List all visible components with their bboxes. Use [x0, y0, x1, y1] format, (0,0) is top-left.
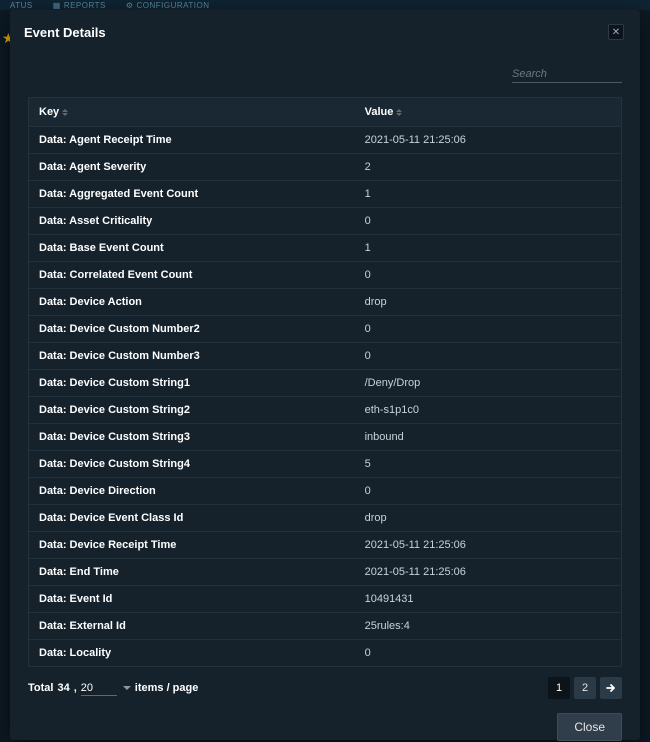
- background-nav: ATUS ▦ REPORTS ⚙ CONFIGURATION: [0, 0, 650, 10]
- table-row: Data: Agent Receipt Time2021-05-11 21:25…: [29, 127, 621, 154]
- table-row: Data: Device Custom String1/Deny/Drop: [29, 370, 621, 397]
- row-value: 25rules:4: [355, 613, 621, 640]
- row-value: 0: [355, 343, 621, 370]
- row-key: Data: Device Custom String2: [29, 397, 355, 424]
- table-row: Data: Asset Criticality0: [29, 208, 621, 235]
- table-row: Data: Event Id10491431: [29, 586, 621, 613]
- row-key: Data: Agent Severity: [29, 154, 355, 181]
- table-row: Data: Device Custom Number20: [29, 316, 621, 343]
- column-header-key[interactable]: Key: [29, 98, 355, 127]
- row-value: 1: [355, 235, 621, 262]
- table-row: Data: Device Event Class Iddrop: [29, 505, 621, 532]
- row-value: eth-s1p1c0: [355, 397, 621, 424]
- nav-configuration[interactable]: ⚙ CONFIGURATION: [126, 1, 210, 10]
- modal-title: Event Details: [24, 25, 106, 40]
- table-row: Data: Device Direction0: [29, 478, 621, 505]
- row-key: Data: Device Receipt Time: [29, 532, 355, 559]
- row-value: 0: [355, 640, 621, 667]
- row-value: 5: [355, 451, 621, 478]
- row-key: Data: Device Custom String3: [29, 424, 355, 451]
- row-key: Data: Device Direction: [29, 478, 355, 505]
- row-value: drop: [355, 289, 621, 316]
- close-icon[interactable]: ✕: [608, 24, 624, 40]
- nav-reports[interactable]: ▦ REPORTS: [53, 1, 106, 10]
- event-details-modal: Event Details ✕ Key Value Data: Agent Re…: [10, 10, 640, 740]
- close-button[interactable]: Close: [557, 713, 622, 741]
- table-row: Data: Agent Severity2: [29, 154, 621, 181]
- row-key: Data: Asset Criticality: [29, 208, 355, 235]
- table-row: Data: End Time2021-05-11 21:25:06: [29, 559, 621, 586]
- next-page-button[interactable]: [600, 677, 622, 699]
- row-value: 0: [355, 316, 621, 343]
- row-key: Data: External Id: [29, 613, 355, 640]
- table-row: Data: Device Custom String3inbound: [29, 424, 621, 451]
- row-key: Data: Base Event Count: [29, 235, 355, 262]
- row-key: Data: Device Custom String1: [29, 370, 355, 397]
- arrow-right-icon: [606, 683, 616, 693]
- chevron-down-icon[interactable]: [123, 686, 131, 690]
- page-size-select[interactable]: [81, 681, 117, 696]
- pagination-summary: Total 34, items / page: [28, 681, 198, 696]
- page-button-2[interactable]: 2: [574, 677, 596, 699]
- row-value: 0: [355, 478, 621, 505]
- page-button-1[interactable]: 1: [548, 677, 570, 699]
- table-row: Data: External Id25rules:4: [29, 613, 621, 640]
- row-key: Data: Event Id: [29, 586, 355, 613]
- row-key: Data: Device Custom Number2: [29, 316, 355, 343]
- table-row: Data: Aggregated Event Count1: [29, 181, 621, 208]
- search-input[interactable]: [512, 66, 622, 83]
- row-value: /Deny/Drop: [355, 370, 621, 397]
- row-key: Data: Aggregated Event Count: [29, 181, 355, 208]
- table-row: Data: Device Custom Number30: [29, 343, 621, 370]
- row-key: Data: Device Custom String4: [29, 451, 355, 478]
- row-value: 2021-05-11 21:25:06: [355, 559, 621, 586]
- column-header-value[interactable]: Value: [355, 98, 621, 127]
- row-value: 2: [355, 154, 621, 181]
- sort-icon[interactable]: [62, 109, 68, 116]
- row-value: inbound: [355, 424, 621, 451]
- row-value: 0: [355, 208, 621, 235]
- nav-status[interactable]: ATUS: [10, 1, 33, 10]
- row-key: Data: Correlated Event Count: [29, 262, 355, 289]
- row-key: Data: Device Action: [29, 289, 355, 316]
- table-row: Data: Device Custom String45: [29, 451, 621, 478]
- table-row: Data: Device Receipt Time2021-05-11 21:2…: [29, 532, 621, 559]
- table-row: Data: Locality0: [29, 640, 621, 667]
- table-row: Data: Device Actiondrop: [29, 289, 621, 316]
- event-details-table: Key Value Data: Agent Receipt Time2021-0…: [28, 97, 622, 667]
- row-key: Data: End Time: [29, 559, 355, 586]
- row-value: 1: [355, 181, 621, 208]
- row-value: 0: [355, 262, 621, 289]
- row-key: Data: Device Custom Number3: [29, 343, 355, 370]
- table-row: Data: Base Event Count1: [29, 235, 621, 262]
- row-key: Data: Locality: [29, 640, 355, 667]
- row-value: drop: [355, 505, 621, 532]
- pager: 12: [548, 677, 622, 699]
- row-key: Data: Device Event Class Id: [29, 505, 355, 532]
- row-value: 2021-05-11 21:25:06: [355, 127, 621, 154]
- sort-icon[interactable]: [396, 109, 402, 116]
- row-key: Data: Agent Receipt Time: [29, 127, 355, 154]
- row-value: 2021-05-11 21:25:06: [355, 532, 621, 559]
- row-value: 10491431: [355, 586, 621, 613]
- table-row: Data: Device Custom String2eth-s1p1c0: [29, 397, 621, 424]
- table-row: Data: Correlated Event Count0: [29, 262, 621, 289]
